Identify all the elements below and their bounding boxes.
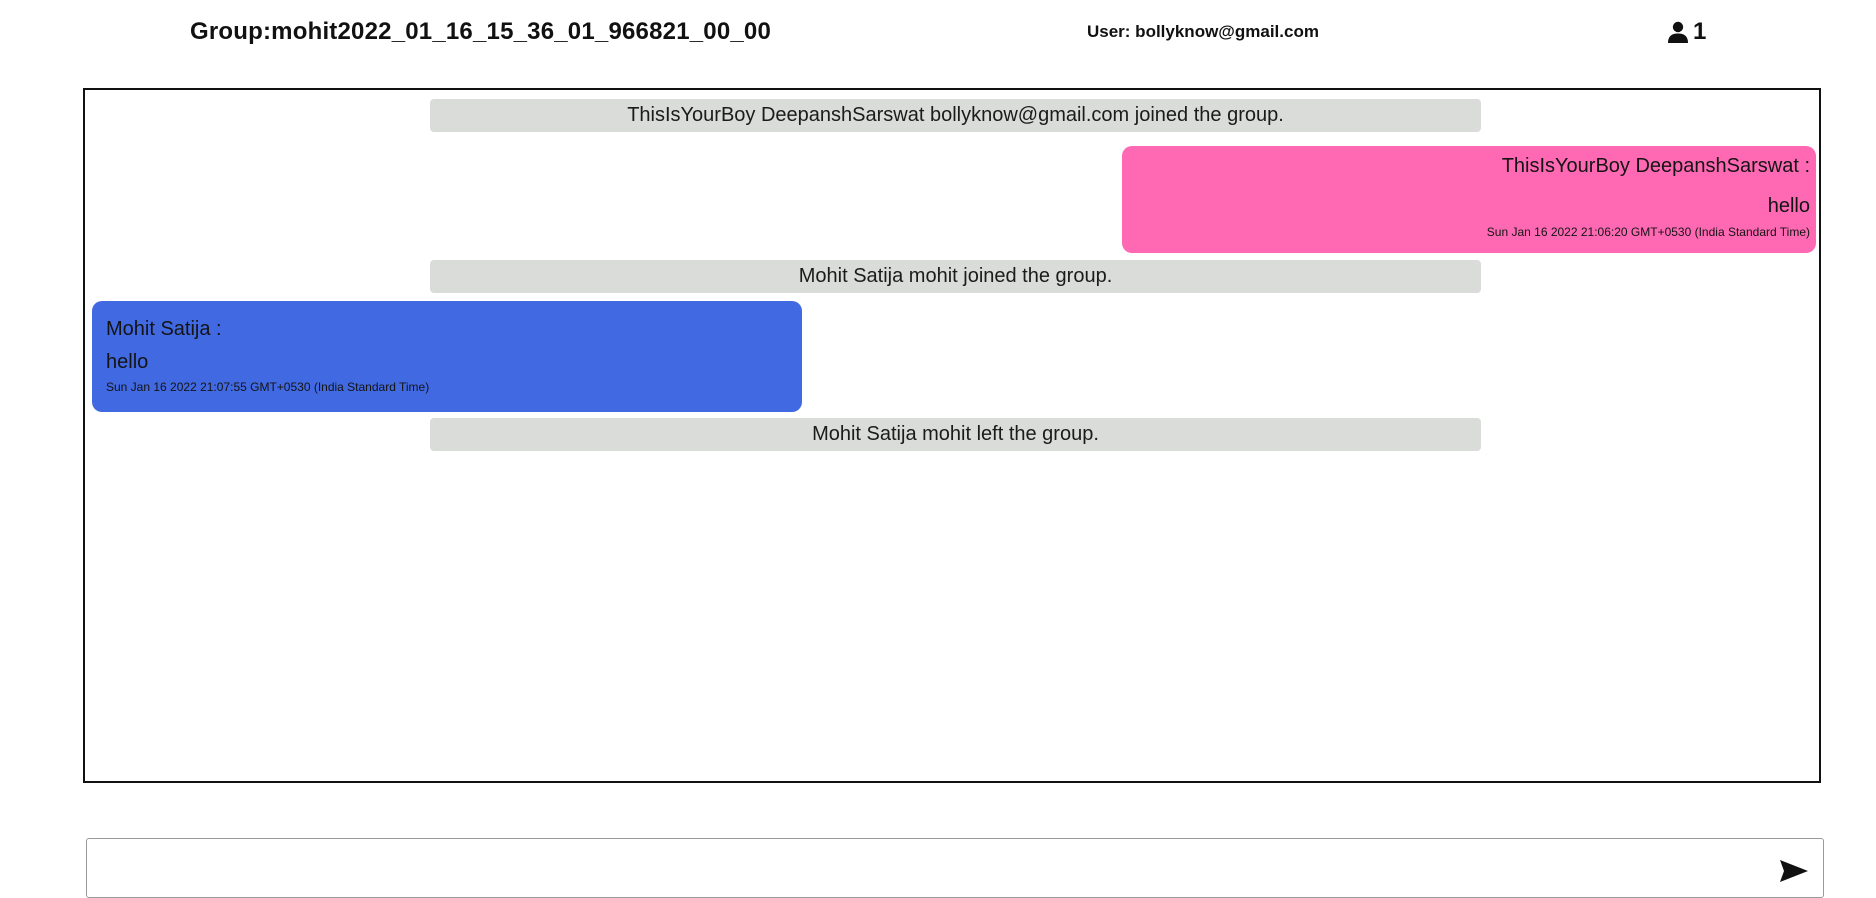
message-timestamp: Sun Jan 16 2022 21:06:20 GMT+0530 (India…: [1486, 225, 1810, 239]
received-message-bubble: Mohit Satija : hello Sun Jan 16 2022 21:…: [92, 301, 802, 412]
message-list[interactable]: ThisIsYourBoy DeepanshSarswat bollyknow@…: [83, 88, 1821, 783]
message-text: hello: [106, 351, 149, 373]
message-sender: ThisIsYourBoy DeepanshSarswat :: [1501, 155, 1810, 177]
chat-header: Group:mohit2022_01_16_15_36_01_966821_00…: [0, 0, 1876, 64]
message-input[interactable]: [86, 838, 1824, 898]
system-message: Mohit Satija mohit left the group.: [430, 418, 1481, 451]
system-message: ThisIsYourBoy DeepanshSarswat bollyknow@…: [430, 99, 1481, 132]
user-icon: [1667, 21, 1689, 43]
system-message: Mohit Satija mohit joined the group.: [430, 260, 1481, 293]
message-timestamp: Sun Jan 16 2022 21:07:55 GMT+0530 (India…: [106, 380, 430, 394]
group-title: Group:mohit2022_01_16_15_36_01_966821_00…: [190, 18, 772, 45]
sent-message-bubble: ThisIsYourBoy DeepanshSarswat : hello Su…: [1122, 146, 1816, 253]
message-text: hello: [1767, 195, 1810, 217]
send-icon[interactable]: [1779, 859, 1809, 883]
current-user-label: User: bollyknow@gmail.com: [1087, 22, 1319, 41]
member-count-value: 1: [1693, 18, 1707, 45]
member-count: 1: [1667, 18, 1706, 46]
message-sender: Mohit Satija :: [106, 318, 222, 340]
